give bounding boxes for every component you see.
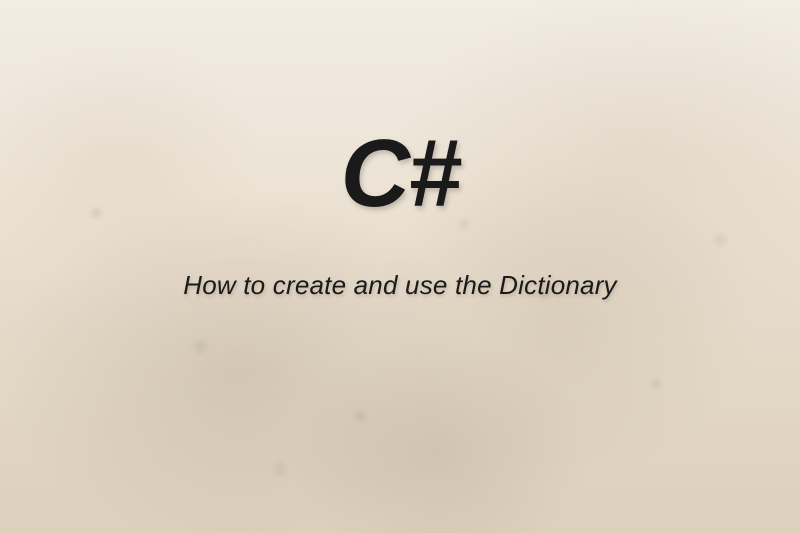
card-subtitle: How to create and use the Dictionary [183, 270, 617, 301]
card-title: C# [341, 126, 460, 222]
thumbnail-card: C# How to create and use the Dictionary [0, 0, 800, 533]
